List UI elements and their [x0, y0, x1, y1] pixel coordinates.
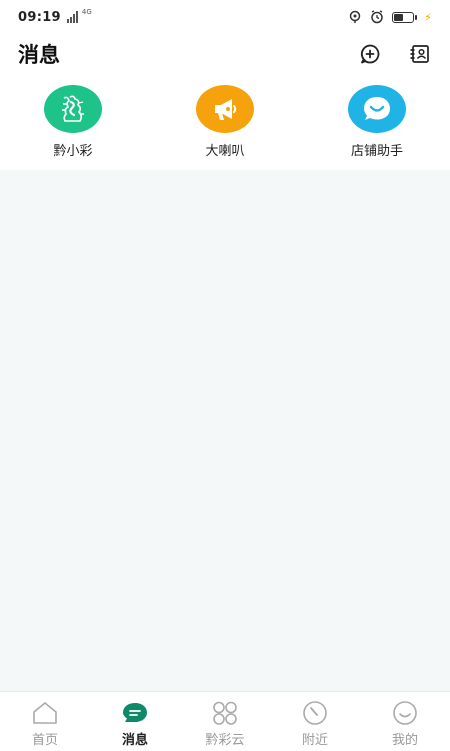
- shortcut-row: 黔小彩 大喇叭 店铺助手: [0, 80, 450, 168]
- shortcut-label: 大喇叭: [205, 144, 245, 159]
- nav-home[interactable]: 首页: [0, 692, 90, 748]
- charging-icon: ⚡: [424, 10, 432, 24]
- status-bar: 09:19 4G ⚡: [0, 0, 450, 34]
- message-list[interactable]: [0, 170, 450, 691]
- page-header: 消息: [0, 34, 450, 74]
- shortcut-shop-assistant[interactable]: 店铺助手: [322, 80, 432, 168]
- bottom-nav: 首页 消息 黔彩云 附近 我的: [0, 691, 450, 751]
- contacts-button[interactable]: [408, 42, 432, 66]
- home-icon: [31, 700, 59, 726]
- nav-mine[interactable]: 我的: [360, 692, 450, 748]
- signal-icon: [66, 11, 78, 23]
- add-chat-icon: [360, 44, 380, 64]
- shortcut-megaphone[interactable]: 大喇叭: [170, 80, 280, 168]
- megaphone-icon: [196, 85, 254, 133]
- nav-messages[interactable]: 消息: [90, 692, 180, 748]
- nav-label: 我的: [391, 733, 418, 748]
- shortcut-qianxiaocai[interactable]: 黔小彩: [18, 80, 128, 168]
- contacts-icon: [410, 45, 429, 63]
- nav-label: 黔彩云: [205, 733, 245, 748]
- page-title: 消息: [18, 43, 60, 67]
- status-time: 09:19: [18, 9, 61, 25]
- message-icon: [121, 700, 149, 726]
- network-type: 4G: [81, 8, 92, 16]
- alarm-icon: [370, 10, 384, 24]
- shortcut-label: 店铺助手: [350, 144, 403, 159]
- nav-nearby[interactable]: 附近: [270, 692, 360, 748]
- battery-level: [394, 13, 404, 21]
- nav-label: 首页: [31, 733, 58, 748]
- battery-icon: [392, 11, 418, 23]
- status-right: ⚡: [348, 10, 432, 24]
- nav-label: 消息: [121, 733, 148, 748]
- status-left: 09:19 4G: [18, 8, 92, 25]
- nav-label: 附近: [301, 733, 328, 748]
- nav-qiancaiyun[interactable]: 黔彩云: [180, 692, 270, 748]
- location-icon: [348, 10, 362, 24]
- add-chat-button[interactable]: [358, 42, 382, 66]
- grid-icon: [211, 700, 239, 726]
- header-actions: [358, 42, 432, 66]
- compass-icon: [301, 700, 329, 726]
- smile-icon: [391, 700, 419, 726]
- smile-chat-icon: [348, 85, 406, 133]
- brand-logo-icon: [44, 85, 102, 133]
- shortcut-label: 黔小彩: [53, 144, 93, 159]
